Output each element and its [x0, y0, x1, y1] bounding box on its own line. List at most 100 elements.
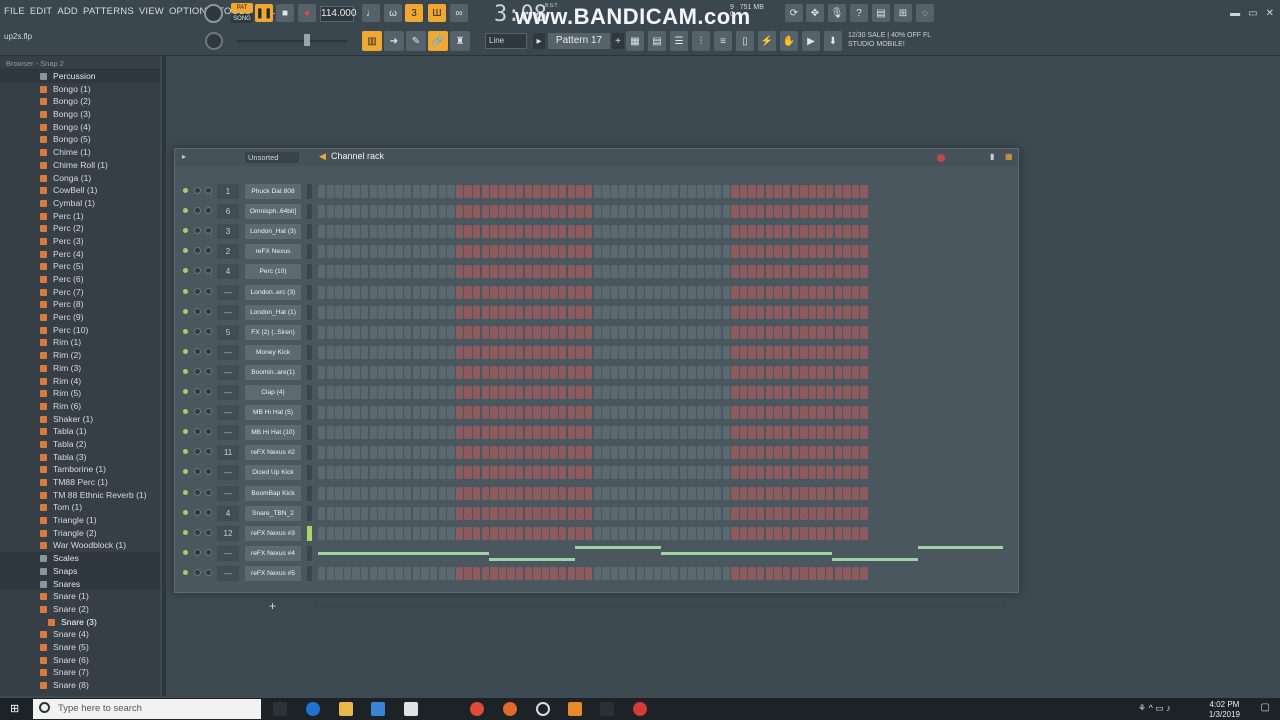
step-button[interactable] — [765, 225, 774, 239]
step-button[interactable] — [825, 526, 834, 540]
step-button[interactable] — [774, 225, 782, 239]
step-button[interactable] — [679, 426, 687, 440]
channel-name-button[interactable]: London_Hat (3) — [245, 224, 301, 240]
step-button[interactable] — [843, 345, 851, 359]
step-button[interactable] — [498, 285, 507, 299]
step-button[interactable] — [843, 365, 851, 379]
step-button[interactable] — [817, 305, 825, 319]
step-button[interactable] — [653, 506, 662, 520]
step-button[interactable] — [739, 426, 748, 440]
step-button[interactable] — [817, 466, 825, 480]
step-button[interactable] — [722, 285, 731, 299]
browser-item[interactable]: Perc (1) — [0, 210, 160, 223]
step-button[interactable] — [335, 365, 343, 379]
step-button[interactable] — [584, 185, 593, 198]
step-button[interactable] — [860, 406, 868, 420]
channel-select-indicator[interactable] — [307, 485, 312, 501]
step-button[interactable] — [412, 386, 421, 399]
mixer-track-route[interactable]: 4 — [217, 505, 239, 521]
stop-button[interactable]: ■ — [276, 4, 294, 22]
channel-volume-knob[interactable] — [205, 287, 212, 295]
step-button[interactable] — [748, 185, 756, 198]
step-button[interactable] — [524, 466, 533, 480]
step-button[interactable] — [653, 526, 662, 540]
step-button[interactable] — [438, 566, 446, 580]
step-button[interactable] — [619, 305, 627, 319]
step-button[interactable] — [429, 265, 438, 279]
mixer-track-route[interactable]: 4 — [217, 264, 239, 280]
step-button[interactable] — [352, 426, 360, 440]
step-button[interactable] — [636, 386, 644, 399]
step-button[interactable] — [326, 185, 334, 198]
step-button[interactable] — [559, 185, 567, 198]
step-button[interactable] — [576, 305, 584, 319]
channel-mute-led[interactable] — [183, 429, 188, 435]
mixer-track-route[interactable]: --- — [217, 485, 239, 501]
step-button[interactable] — [800, 486, 808, 500]
record-button[interactable]: ● — [298, 4, 316, 22]
step-button[interactable] — [447, 466, 455, 480]
step-button[interactable] — [429, 205, 438, 219]
step-button[interactable] — [567, 365, 576, 379]
step-button[interactable] — [438, 305, 446, 319]
channel-pan-knob[interactable] — [194, 347, 201, 355]
step-button[interactable] — [610, 265, 619, 279]
step-button[interactable] — [490, 365, 498, 379]
chat-button[interactable]: ◌ — [916, 4, 934, 22]
step-button[interactable] — [765, 526, 774, 540]
step-button[interactable] — [429, 365, 438, 379]
step-button[interactable] — [455, 345, 464, 359]
mixer-track-route[interactable]: 11 — [217, 445, 239, 461]
step-button[interactable] — [369, 446, 378, 460]
channel-mute-led[interactable] — [183, 288, 188, 294]
step-button[interactable] — [559, 345, 567, 359]
channel-pan-knob[interactable] — [194, 187, 201, 194]
menu-item[interactable]: EDIT — [30, 6, 52, 17]
step-button[interactable] — [464, 426, 472, 440]
step-button[interactable] — [774, 466, 782, 480]
step-button[interactable] — [361, 265, 369, 279]
step-button[interactable] — [524, 446, 533, 460]
step-button[interactable] — [696, 566, 705, 580]
step-button[interactable] — [670, 446, 679, 460]
step-button[interactable] — [731, 325, 739, 339]
step-button[interactable] — [429, 285, 438, 299]
browser-item[interactable]: Perc (7) — [0, 286, 160, 299]
step-button[interactable] — [593, 345, 601, 359]
step-button[interactable] — [593, 205, 601, 219]
step-button[interactable] — [352, 386, 360, 399]
step-button[interactable] — [645, 446, 653, 460]
step-button[interactable] — [567, 305, 576, 319]
step-button[interactable] — [645, 406, 653, 420]
step-button[interactable] — [524, 566, 533, 580]
channel-mute-led[interactable] — [183, 308, 188, 314]
step-button[interactable] — [412, 466, 421, 480]
step-button[interactable] — [825, 325, 834, 339]
step-button[interactable] — [765, 245, 774, 259]
step-button[interactable] — [757, 305, 765, 319]
step-button[interactable] — [696, 225, 705, 239]
step-button[interactable] — [472, 345, 481, 359]
step-button[interactable] — [326, 406, 334, 420]
step-button[interactable] — [386, 406, 395, 420]
step-button[interactable] — [714, 406, 722, 420]
step-button[interactable] — [404, 486, 412, 500]
step-button[interactable] — [843, 566, 851, 580]
step-button[interactable] — [559, 446, 567, 460]
menu-item[interactable]: PATTERNS — [83, 6, 134, 17]
step-button[interactable] — [851, 345, 860, 359]
step-button[interactable] — [335, 245, 343, 259]
master-volume-knob[interactable] — [204, 4, 223, 23]
step-button[interactable] — [800, 305, 808, 319]
step-button[interactable] — [481, 185, 489, 198]
step-button[interactable] — [705, 285, 713, 299]
step-button[interactable] — [498, 245, 507, 259]
step-button[interactable] — [860, 205, 868, 219]
step-button[interactable] — [421, 446, 429, 460]
step-button[interactable] — [662, 305, 670, 319]
step-button[interactable] — [352, 325, 360, 339]
step-button[interactable] — [645, 245, 653, 259]
step-button[interactable] — [584, 526, 593, 540]
browser-item[interactable]: Bongo (2) — [0, 95, 160, 108]
countdown-button[interactable]: 3 — [405, 4, 423, 22]
